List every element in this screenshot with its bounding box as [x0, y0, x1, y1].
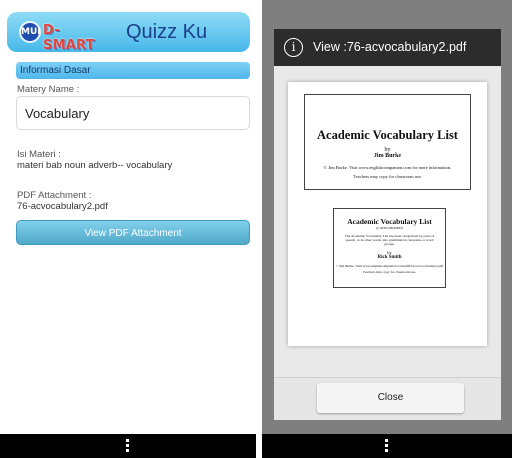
doc-author: Jim Burke [373, 153, 402, 159]
doc-title: Academic Vocabulary List [317, 128, 458, 142]
logo-text: D-SMART [43, 23, 95, 53]
pdf-doc-cover: Academic Vocabulary List by Jim Burke © … [304, 94, 471, 190]
pdf-preview-area[interactable]: Academic Vocabulary List by Jim Burke © … [274, 66, 501, 377]
matery-name-field[interactable]: Vocabulary [16, 96, 250, 130]
info-icon: i [284, 38, 303, 57]
dialog-title-bar: i View :76-acvocabulary2.pdf [274, 29, 501, 66]
d-smart-logo: MUI D-SMART [19, 21, 111, 53]
navigation-bar [262, 434, 512, 458]
overflow-menu-icon[interactable] [385, 439, 389, 454]
app-title: Quizz Ku [126, 21, 208, 43]
section-title: Informasi Dasar [16, 62, 250, 79]
view-pdf-button[interactable]: View PDF Attachment [16, 220, 250, 245]
pdf-viewer-screen: i View :76-acvocabulary2.pdf Academic Vo… [262, 0, 512, 458]
app-header: MUI D-SMART Quizz Ku [7, 12, 250, 53]
navigation-bar [0, 434, 256, 458]
isi-materi-value: materi bab noun adverb-- vocabulary [17, 160, 173, 171]
pdf-attachment-label: PDF Attachment : [17, 190, 92, 201]
doc-subtitle: (CATEGORIZED) [376, 226, 403, 230]
matery-name-label: Matery Name : [17, 84, 80, 95]
close-button[interactable]: Close [317, 383, 464, 413]
doc-author: Rick Smith [377, 255, 402, 260]
doc-note-2: Teachers may copy for classroom use. [353, 174, 422, 179]
doc-note-2: Teachers may copy for classroom use. [362, 270, 417, 274]
pdf-page: Academic Vocabulary List by Jim Burke © … [288, 82, 487, 346]
isi-materi-label: Isi Materi : [17, 149, 61, 160]
logo-mark: MUI [19, 21, 41, 43]
pdf-doc-categorized: Academic Vocabulary List (CATEGORIZED) T… [333, 208, 446, 288]
doc-title: Academic Vocabulary List [347, 217, 432, 226]
dialog-title: View :76-acvocabulary2.pdf [313, 40, 467, 54]
doc-note: © Jim Burke. Visit www.englishcompanion.… [335, 264, 444, 268]
overflow-menu-icon[interactable] [126, 439, 130, 454]
doc-text: The Academic Vocabulary List has been ca… [344, 234, 435, 246]
pdf-dialog: i View :76-acvocabulary2.pdf Academic Vo… [274, 29, 501, 420]
quiz-detail-screen: MUI D-SMART Quizz Ku Informasi Dasar Mat… [0, 0, 256, 458]
pdf-attachment-value: 76-acvocabulary2.pdf [17, 201, 108, 212]
doc-note: © Jim Burke. Visit www.englishcompanion.… [323, 165, 452, 170]
dialog-footer: Close [274, 377, 501, 420]
